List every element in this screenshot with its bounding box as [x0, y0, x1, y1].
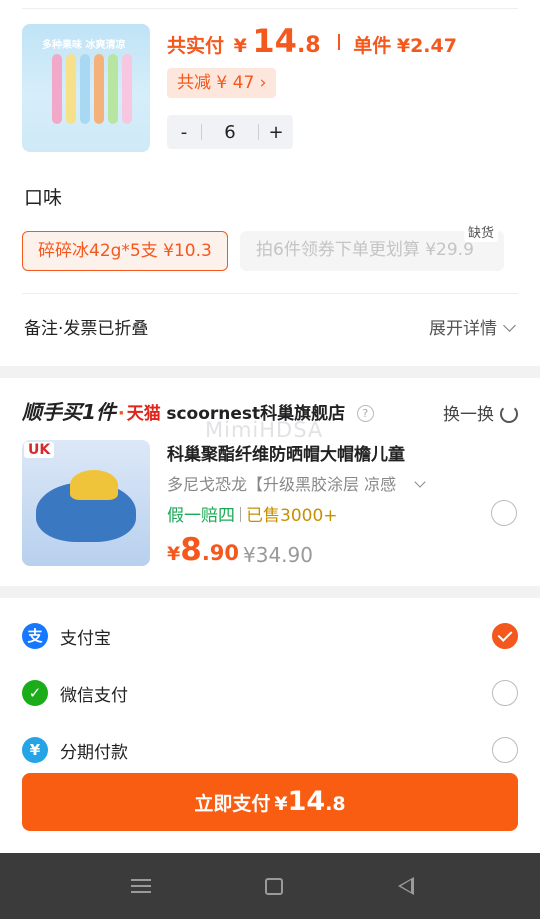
add-on-product-name[interactable]: 科巢聚酯纤维防晒帽大帽檐儿童 [167, 440, 405, 465]
pay-amount-integer: 14 [287, 786, 326, 817]
tmall-logo: 天猫 [126, 404, 161, 424]
guarantee-badge: 假一赔四 [167, 506, 235, 526]
help-icon[interactable]: ? [356, 405, 374, 422]
payment-option-alipay[interactable]: 支 支付宝 [22, 616, 518, 656]
product-image-tag: 多种果味 冰爽清凉 [42, 40, 126, 51]
flavor-option-selected[interactable]: 碎碎冰42g*5支 ¥10.3 [22, 231, 228, 271]
popsicle-graphic [52, 54, 62, 124]
chevron-down-icon [414, 476, 426, 488]
pay-now-button[interactable]: 立即支付 ¥14.8 [22, 773, 518, 831]
payment-option-label: 分期付款 [60, 743, 128, 763]
variant-label: 多尼戈恐龙【升级黑胶涂层 凉感 [167, 475, 397, 494]
payment-radio[interactable] [492, 680, 518, 706]
currency-symbol: ¥ [274, 793, 288, 815]
system-nav-bar [0, 853, 540, 919]
back-icon[interactable] [398, 877, 414, 895]
payment-option-label: 微信支付 [60, 686, 128, 706]
refresh-icon [500, 405, 518, 423]
payment-option-label: 支付宝 [60, 629, 111, 649]
payment-option-wechat[interactable]: ✓ 微信支付 [22, 673, 518, 713]
flavor-title: 口味 [24, 187, 63, 209]
discount-badge[interactable]: 共减 ¥ 47 › [167, 68, 277, 98]
hat-graphic [70, 470, 118, 500]
divider [22, 293, 518, 294]
notes-invoice-label: 备注·发票已折叠 [24, 319, 149, 339]
popsicle-graphic [66, 54, 76, 124]
add-on-price-decimal: .90 [201, 541, 240, 565]
add-on-price: ¥8.90 [167, 532, 239, 568]
alipay-icon: 支 [22, 623, 48, 649]
decrement-button[interactable]: - [167, 122, 201, 143]
original-price: ¥34.90 [243, 543, 313, 567]
menu-icon[interactable] [131, 879, 151, 893]
product-image[interactable]: 多种果味 冰爽清凉 [22, 24, 150, 152]
quantity-stepper: - 6 + [167, 115, 293, 149]
sold-count: 已售3000+ [246, 506, 338, 526]
divider [22, 8, 518, 9]
total-price-label: 共实付 [167, 35, 225, 57]
order-item-card: 多种果味 冰爽清凉 共实付 ¥ 14.8 单件 ¥2.47 共减 ¥ 47 › … [0, 0, 540, 366]
popsicle-graphic [94, 54, 104, 124]
watermark: MimiHDSA [205, 418, 324, 442]
currency-symbol: ¥ [167, 543, 181, 565]
expand-details-label: 展开详情 [429, 319, 497, 339]
home-icon[interactable] [265, 878, 283, 895]
add-on-select-radio[interactable] [491, 500, 517, 526]
pay-now-label: 立即支付 [194, 793, 271, 815]
pay-amount-decimal: .8 [325, 793, 346, 815]
variant-selector[interactable]: 多尼戈恐龙【升级黑胶涂层 凉感 [167, 471, 426, 495]
total-price-integer: 14 [252, 22, 297, 60]
add-on-product-image[interactable]: UK [22, 440, 150, 566]
popsicle-graphic [80, 54, 90, 124]
popsicle-graphic [108, 54, 118, 124]
divider [338, 34, 340, 50]
separator-dot: · [117, 403, 125, 424]
chevron-down-icon [503, 319, 516, 332]
divider [240, 507, 241, 522]
wechat-pay-icon: ✓ [22, 680, 48, 706]
expand-details-button[interactable]: 展开详情 [429, 314, 516, 339]
swap-label: 换一换 [443, 405, 494, 425]
unit-price: ¥2.47 [396, 35, 457, 57]
payment-option-installment[interactable]: ¥ 分期付款 [22, 730, 518, 770]
swap-button[interactable]: 换一换 [443, 400, 518, 425]
total-price-decimal: .8 [296, 33, 321, 58]
out-of-stock-badge: 缺货 [464, 221, 499, 242]
product-badges: 假一赔四 已售3000+ [167, 501, 338, 526]
quantity-value[interactable]: 6 [202, 122, 258, 143]
payment-radio[interactable] [492, 623, 518, 649]
payment-radio[interactable] [492, 737, 518, 763]
installment-icon: ¥ [22, 737, 48, 763]
add-on-price-integer: 8 [180, 532, 202, 568]
increment-button[interactable]: + [259, 122, 293, 143]
unit-price-label: 单件 [353, 35, 392, 57]
popsicle-graphic [122, 54, 132, 124]
currency-symbol: ¥ [233, 35, 247, 57]
brand-badge: UK [24, 442, 55, 458]
total-price: 共实付 ¥ 14.8 单件 ¥2.47 [167, 22, 457, 60]
add-on-title: 顺手买1件 [22, 400, 116, 424]
